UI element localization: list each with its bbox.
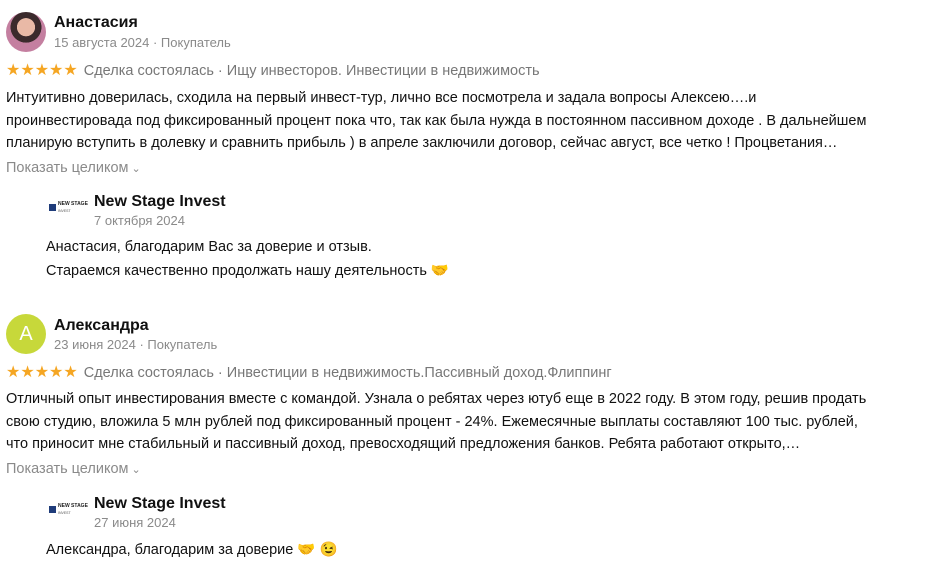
reply-company-name[interactable]: New Stage Invest	[94, 192, 226, 212]
review-meta: 23 июня 2024 · Покупатель	[54, 337, 218, 352]
review-text-line: планирую вступить в долевку и сравнить п…	[6, 135, 838, 151]
review-author[interactable]: Анастасия	[54, 13, 138, 33]
reply-text-line: Стараемся качественно продолжать нашу де…	[46, 263, 449, 279]
rating-stars: ★★★★★	[6, 62, 78, 79]
review-text: Отличный опыт инвестирования вместе с ко…	[6, 388, 926, 456]
company-logo: NEW STAGE INVEST	[46, 492, 88, 532]
review-text-line: что приносит мне стабильный и пассивный …	[6, 436, 801, 452]
review-meta: 15 августа 2024 · Покупатель	[54, 35, 231, 50]
logo-subtext: INVEST	[58, 209, 71, 213]
reply-text-line: Анастасия, благодарим Вас за доверие и о…	[46, 239, 372, 255]
review-text-line: Интуитивно доверилась, сходила на первый…	[6, 90, 757, 106]
reply-date: 7 октября 2024	[94, 213, 185, 228]
review-author[interactable]: Александра	[54, 316, 149, 336]
chevron-down-icon: ⌄	[131, 464, 141, 476]
company-logo: NEW STAGE INVEST	[46, 190, 88, 230]
show-full-button[interactable]: Показать целиком ⌄	[6, 459, 141, 480]
review-tags: Сделка состоялась · Инвестиции в недвижи…	[83, 365, 612, 381]
rating-row: ★★★★★ Сделка состоялась · Ищу инвесторов…	[6, 61, 540, 81]
review-text-line: проинвестировада под фиксированный проце…	[6, 112, 867, 129]
review-text-line: свою студию, вложила 5 млн рублей под фи…	[6, 413, 858, 430]
logo-subtext: INVEST	[58, 511, 71, 515]
avatar[interactable]: А	[6, 314, 46, 354]
show-full-label: Показать целиком	[6, 160, 129, 176]
logo-text: NEW STAGE	[58, 503, 88, 509]
avatar[interactable]	[6, 12, 46, 52]
reply-date: 27 июня 2024	[94, 515, 176, 530]
review-tags: Сделка состоялась · Ищу инвесторов. Инве…	[83, 63, 540, 79]
reply-company-name[interactable]: New Stage Invest	[94, 494, 226, 514]
rating-stars: ★★★★★	[6, 364, 78, 381]
reply-text-line: Александра, благодарим за доверие 🤝 😉	[46, 542, 338, 558]
rating-row: ★★★★★ Сделка состоялась · Инвестиции в н…	[6, 363, 612, 383]
chevron-down-icon: ⌄	[131, 163, 141, 175]
show-full-button[interactable]: Показать целиком ⌄	[6, 158, 141, 179]
logo-text: NEW STAGE	[58, 201, 88, 207]
review-text-line: Отличный опыт инвестирования вместе с ко…	[6, 391, 867, 407]
review-text: Интуитивно доверилась, сходила на первый…	[6, 87, 926, 155]
show-full-label: Показать целиком	[6, 461, 129, 477]
